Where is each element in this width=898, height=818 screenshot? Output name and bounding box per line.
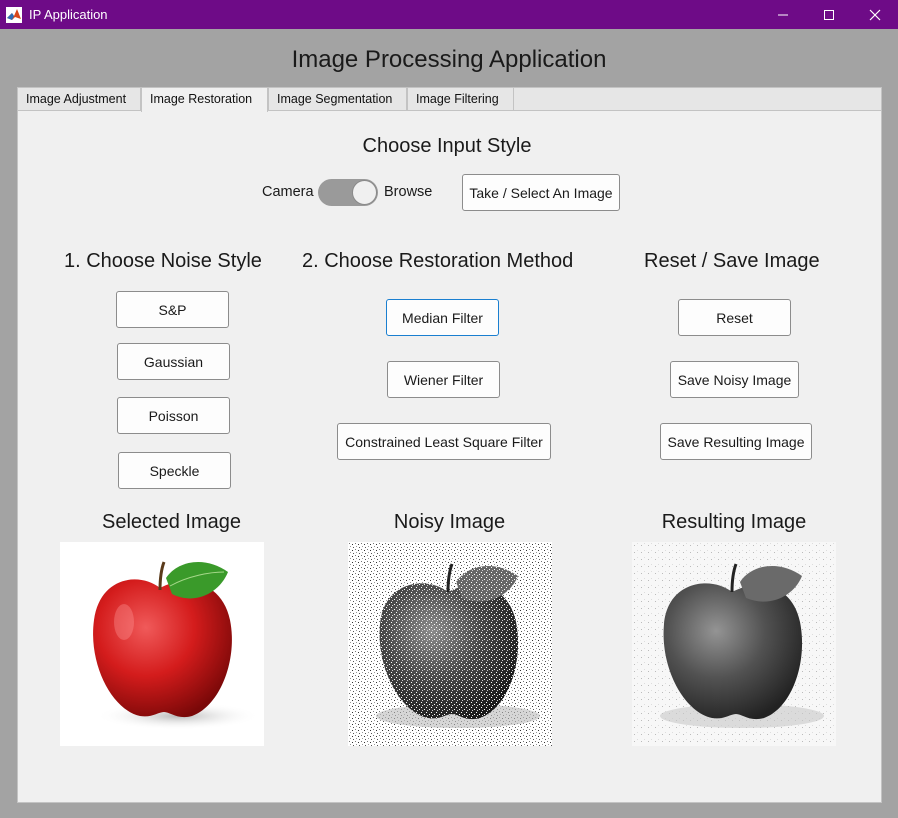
title-bar: IP Application (0, 0, 898, 29)
matlab-icon (6, 7, 22, 23)
noisy-image-caption: Noisy Image (393, 511, 506, 533)
gaussian-noise-button[interactable]: Gaussian (117, 343, 230, 380)
tab-image-segmentation[interactable]: Image Segmentation (268, 87, 407, 111)
noisy-image (348, 542, 552, 746)
speckle-noise-button[interactable]: Speckle (118, 452, 231, 489)
browse-label: Browse (384, 184, 433, 200)
reset-button[interactable]: Reset (678, 299, 791, 336)
save-resulting-image-button[interactable]: Save Resulting Image (660, 423, 812, 460)
wiener-filter-button[interactable]: Wiener Filter (387, 361, 500, 398)
input-style-heading: Choose Input Style (362, 135, 532, 157)
app-title: Image Processing Application (291, 46, 607, 73)
minimize-icon (778, 14, 788, 15)
camera-label: Camera (262, 184, 314, 200)
selected-image-caption: Selected Image (102, 511, 241, 533)
toggle-knob[interactable] (352, 180, 377, 205)
minimize-button[interactable] (760, 0, 806, 29)
reset-save-heading: Reset / Save Image (644, 250, 820, 272)
sp-noise-button[interactable]: S&P (116, 291, 229, 328)
tab-image-restoration[interactable]: Image Restoration (141, 87, 268, 112)
close-icon (869, 9, 881, 20)
tab-image-filtering[interactable]: Image Filtering (407, 87, 514, 111)
maximize-button[interactable] (806, 0, 852, 29)
input-style-toggle[interactable] (318, 179, 378, 206)
restoration-method-heading: 2. Choose Restoration Method (302, 250, 574, 272)
resulting-image (632, 542, 836, 746)
selected-image (60, 542, 264, 746)
window-title: IP Application (29, 7, 108, 22)
noise-style-heading: 1. Choose Noise Style (64, 250, 262, 272)
poisson-noise-button[interactable]: Poisson (117, 397, 230, 434)
median-filter-button[interactable]: Median Filter (386, 299, 499, 336)
resulting-image-caption: Resulting Image (661, 511, 807, 533)
save-noisy-image-button[interactable]: Save Noisy Image (670, 361, 799, 398)
tab-image-adjustment[interactable]: Image Adjustment (17, 87, 141, 111)
tab-strip (513, 87, 882, 111)
take-select-image-button[interactable]: Take / Select An Image (462, 174, 620, 211)
close-button[interactable] (852, 0, 898, 29)
cls-filter-button[interactable]: Constrained Least Square Filter (337, 423, 551, 460)
maximize-icon (824, 9, 834, 20)
